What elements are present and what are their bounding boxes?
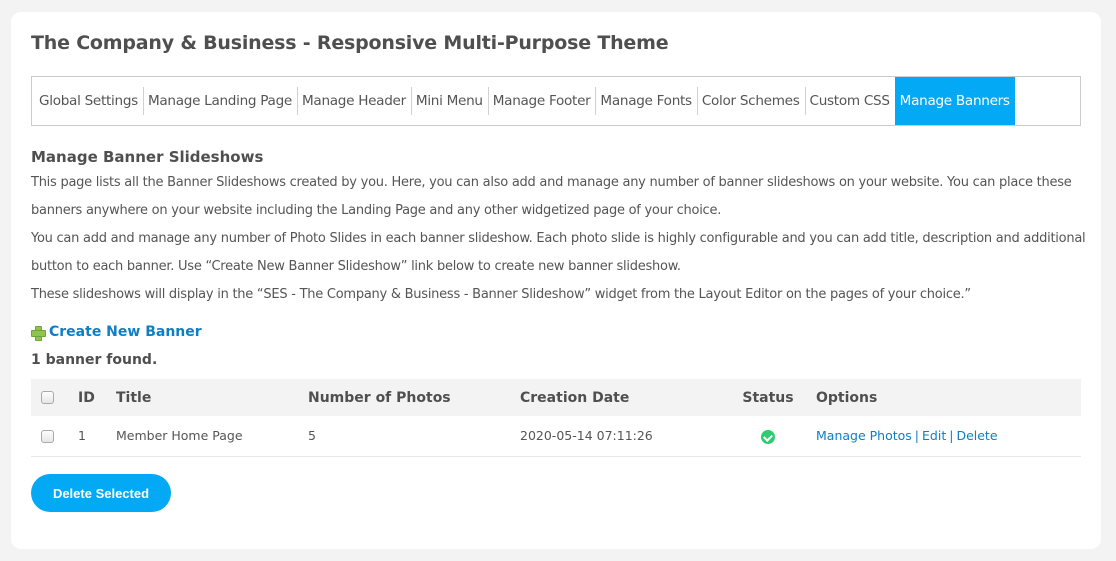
header-status[interactable]: Status [720,379,816,416]
cell-id: 1 [78,428,86,444]
table-header-row: ID Title Number of Photos Creation Date … [31,379,1081,416]
header-options: Options [816,389,878,406]
header-select-all [31,379,78,416]
settings-panel: The Company & Business - Responsive Mult… [11,12,1101,549]
results-count: 1 banner found. [31,352,158,368]
cell-number-of-photos: 5 [308,428,316,444]
tab-color-schemes[interactable]: Color Schemes [696,77,805,125]
tab-bar: Global Settings Manage Landing Page Mana… [31,76,1081,126]
description-paragraph: These slideshows will display in the “SE… [31,287,971,302]
header-id[interactable]: ID [78,379,116,416]
check-circle-icon[interactable] [761,429,775,444]
manage-photos-link[interactable]: Manage Photos [816,428,912,443]
page-title: The Company & Business - Responsive Mult… [31,32,669,54]
cell-options: Manage Photos | Edit | Delete [816,416,1081,456]
edit-link[interactable]: Edit [922,428,946,443]
description-paragraph: This page lists all the Banner Slideshow… [31,175,1072,218]
header-number-of-photos[interactable]: Number of Photos [308,379,520,416]
plus-icon [31,325,46,341]
tab-manage-footer[interactable]: Manage Footer [487,77,596,125]
row-select-cell [31,416,78,456]
tab-manage-banners[interactable]: Manage Banners [894,77,1015,125]
cell-status [720,416,816,456]
tab-custom-css[interactable]: Custom CSS [804,77,895,125]
section-description: This page lists all the Banner Slideshow… [31,169,1091,309]
tab-mini-menu[interactable]: Mini Menu [410,77,488,125]
tab-manage-header[interactable]: Manage Header [296,77,411,125]
header-creation-date[interactable]: Creation Date [520,379,720,416]
description-paragraph: You can add and manage any number of Pho… [31,231,1086,274]
tab-manage-landing-page[interactable]: Manage Landing Page [142,77,297,125]
section-title: Manage Banner Slideshows [31,148,264,166]
delete-selected-button[interactable]: Delete Selected [31,474,171,512]
header-title[interactable]: Title [116,379,308,416]
table-row: 1 Member Home Page 5 2020-05-14 07:11:26… [31,416,1081,456]
delete-link[interactable]: Delete [956,428,997,443]
cell-creation-date: 2020-05-14 07:11:26 [520,428,653,444]
row-checkbox[interactable] [41,430,54,444]
options-separator: | [949,428,954,444]
banners-table: ID Title Number of Photos Creation Date … [31,379,1081,457]
tab-manage-fonts[interactable]: Manage Fonts [595,77,696,125]
tab-global-settings[interactable]: Global Settings [34,77,143,125]
create-new-banner-label: Create New Banner [49,324,202,340]
cell-title: Member Home Page [116,428,243,444]
select-all-checkbox[interactable] [41,391,54,404]
create-new-banner-link[interactable]: Create New Banner [31,324,202,341]
options-separator: | [914,428,920,444]
